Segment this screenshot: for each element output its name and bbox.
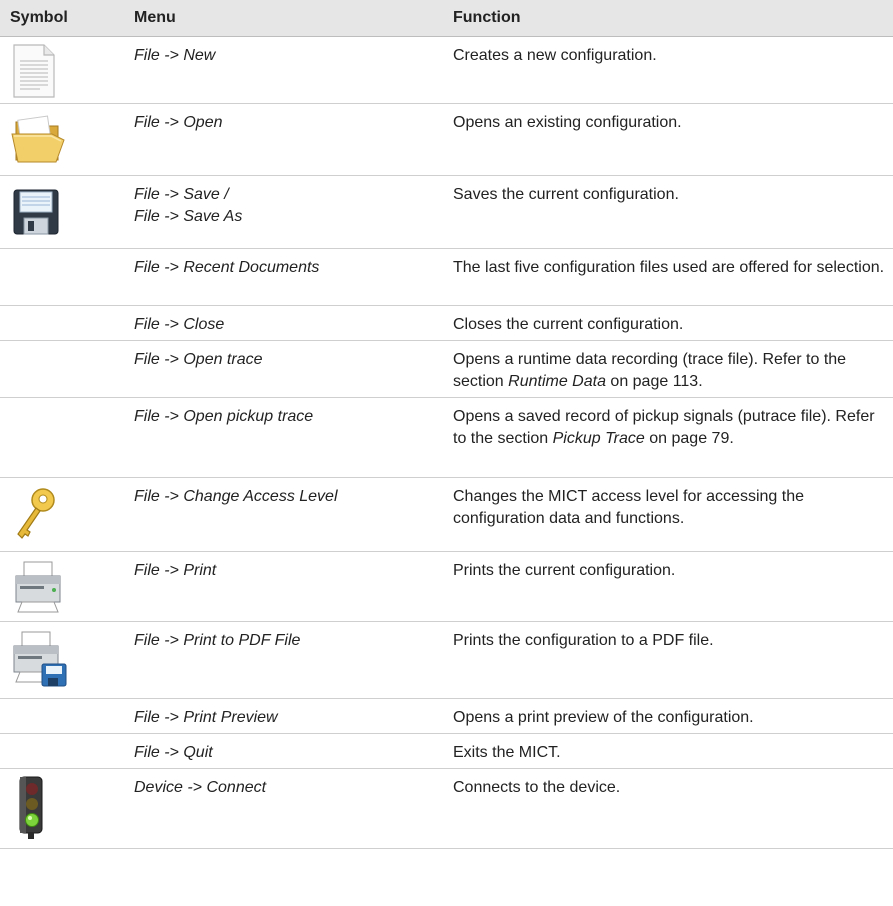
menu-path: File -> Save / <box>134 186 229 203</box>
table-row: File -> Quit Exits the MICT. <box>0 733 893 769</box>
traffic-light-icon <box>19 776 43 839</box>
section-reference: Runtime Data <box>508 373 606 390</box>
table-row: File -> Print to PDF File Prints the con… <box>0 621 893 699</box>
menu-path: File -> Quit <box>134 744 213 761</box>
function-cell: Creates a new configuration. <box>441 36 893 104</box>
symbol-cell <box>0 477 124 552</box>
symbol-cell <box>0 551 124 622</box>
function-cell: Connects to the device. <box>441 768 893 849</box>
symbol-cell <box>0 36 124 104</box>
menu-cell: File -> Print to PDF File <box>124 621 441 699</box>
symbol-cell <box>0 733 124 769</box>
symbol-cell <box>0 248 124 306</box>
menu-path: File -> Open trace <box>134 351 263 368</box>
menu-cell: File -> Close <box>124 305 441 341</box>
symbol-cell <box>0 768 124 849</box>
menu-path: File -> Save As <box>134 208 243 225</box>
function-cell: Prints the current configuration. <box>441 551 893 622</box>
function-cell: The last five configuration files used a… <box>441 248 893 306</box>
menu-cell: File -> Print Preview <box>124 698 441 734</box>
menu-cell: File -> Recent Documents <box>124 248 441 306</box>
function-cell: Prints the configuration to a PDF file. <box>441 621 893 699</box>
table-row: File -> Close Closes the current configu… <box>0 305 893 341</box>
symbol-cell <box>0 340 124 398</box>
table-row: Device -> Connect Connects to the device… <box>0 768 893 849</box>
menu-cell: File -> Open <box>124 103 441 176</box>
new-document-icon <box>13 44 55 98</box>
header-symbol: Symbol <box>0 0 124 37</box>
menu-cell: File -> Change Access Level <box>124 477 441 552</box>
menu-function-table: Symbol Menu Function File -> New Creates… <box>0 0 893 849</box>
table-row: File -> Change Access Level Changes the … <box>0 477 893 552</box>
header-function: Function <box>441 0 893 37</box>
floppy-disk-icon <box>13 189 59 235</box>
menu-cell: File -> Open pickup trace <box>124 397 441 478</box>
table-row: File -> Open trace Opens a runtime data … <box>0 340 893 398</box>
table-row: File -> Save / File -> Save As Saves the… <box>0 175 893 249</box>
section-reference: Pickup Trace <box>552 430 645 447</box>
menu-path: File -> Change Access Level <box>134 488 338 505</box>
header-menu: Menu <box>124 0 441 37</box>
table-row: File -> Open pickup trace Opens a saved … <box>0 397 893 478</box>
symbol-cell <box>0 621 124 699</box>
function-cell: Closes the current configuration. <box>441 305 893 341</box>
menu-cell: File -> Print <box>124 551 441 622</box>
symbol-cell <box>0 305 124 341</box>
table-row: File -> Recent Documents The last five c… <box>0 248 893 306</box>
table-row: File -> Print Preview Opens a print prev… <box>0 698 893 734</box>
menu-path: File -> Print Preview <box>134 709 278 726</box>
function-cell: Exits the MICT. <box>441 733 893 769</box>
symbol-cell <box>0 397 124 478</box>
menu-path: File -> New <box>134 47 216 64</box>
function-cell: Changes the MICT access level for access… <box>441 477 893 552</box>
symbol-cell <box>0 175 124 249</box>
table-header-row: Symbol Menu Function <box>0 0 893 37</box>
menu-path: File -> Print to PDF File <box>134 632 301 649</box>
menu-cell: File -> New <box>124 36 441 104</box>
menu-path: File -> Open <box>134 114 223 131</box>
open-folder-icon <box>11 115 65 163</box>
function-text: on page 79. <box>644 430 734 447</box>
function-cell: Opens a print preview of the configurati… <box>441 698 893 734</box>
printer-icon <box>15 561 61 613</box>
table-row: File -> Print Prints the current configu… <box>0 551 893 622</box>
menu-path: File -> Print <box>134 562 217 579</box>
function-cell: Opens a runtime data recording (trace fi… <box>441 340 893 398</box>
symbol-cell <box>0 698 124 734</box>
function-cell: Opens a saved record of pickup signals (… <box>441 397 893 478</box>
menu-path: File -> Recent Documents <box>134 259 320 276</box>
key-icon <box>17 488 55 539</box>
printer-pdf-icon <box>13 631 67 687</box>
function-cell: Opens an existing configuration. <box>441 103 893 176</box>
menu-path: Device -> Connect <box>134 779 267 796</box>
table-row: File -> New Creates a new configuration. <box>0 36 893 104</box>
symbol-cell <box>0 103 124 176</box>
menu-cell: File -> Quit <box>124 733 441 769</box>
table-row: File -> Open Opens an existing configura… <box>0 103 893 176</box>
menu-cell: File -> Save / File -> Save As <box>124 175 441 249</box>
function-text: on page 113. <box>605 373 703 390</box>
menu-path: File -> Open pickup trace <box>134 408 314 425</box>
menu-path: File -> Close <box>134 316 225 333</box>
menu-cell: File -> Open trace <box>124 340 441 398</box>
function-cell: Saves the current configuration. <box>441 175 893 249</box>
menu-cell: Device -> Connect <box>124 768 441 849</box>
